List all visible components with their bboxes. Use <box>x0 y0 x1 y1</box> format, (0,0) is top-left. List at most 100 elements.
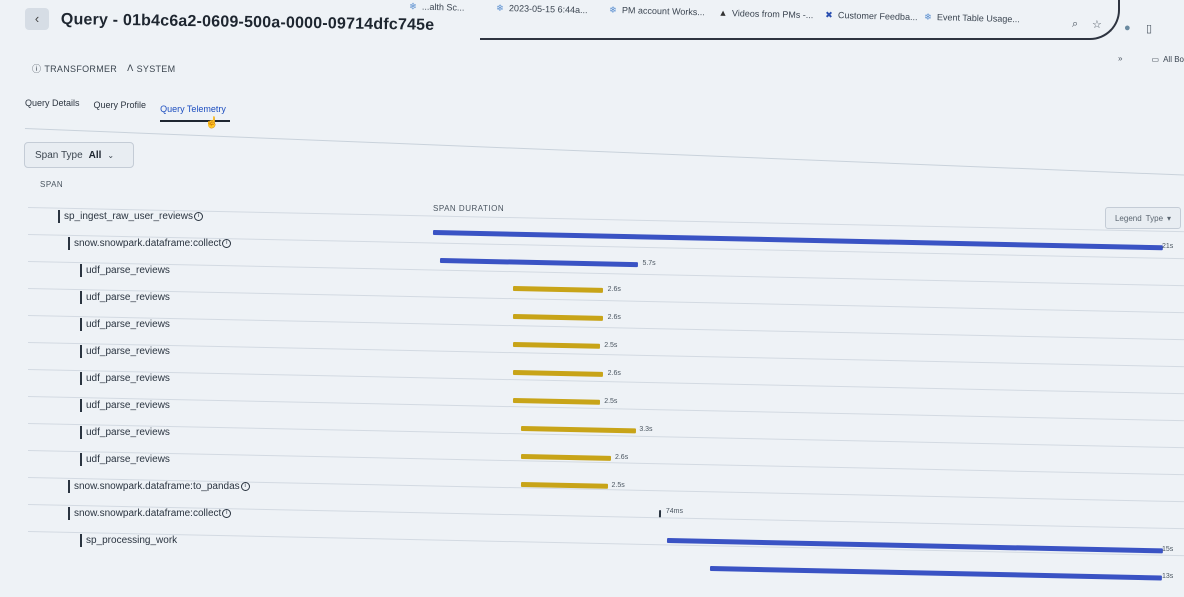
span-row[interactable]: snow.snowpark.dataframe:collect i <box>68 237 232 250</box>
row-divider <box>27 531 1184 557</box>
duration-label: 2.6s <box>614 453 629 461</box>
span-marker <box>68 237 70 250</box>
span-marker <box>80 453 82 466</box>
role-label: SYSTEM <box>136 63 176 74</box>
back-button[interactable]: ‹ <box>25 8 49 30</box>
role-list: ⓘ TRANSFORMER ꓥ SYSTEM <box>32 62 175 75</box>
duration-bar[interactable] <box>513 342 601 349</box>
span-marker <box>80 399 82 412</box>
span-marker <box>80 534 82 547</box>
legend-value: Type <box>1145 213 1164 223</box>
span-row[interactable]: sp_processing_work <box>80 534 177 547</box>
row-divider <box>27 288 1184 314</box>
duration-label: 5.7s <box>642 260 656 268</box>
span-name: udf_parse_reviews <box>86 346 170 357</box>
row-divider <box>27 369 1184 395</box>
bookmark-item[interactable]: ❄ ...alth Sc... <box>408 1 465 12</box>
duration-label: 21s <box>1162 243 1174 251</box>
row-divider <box>27 450 1184 476</box>
role-system: ꓥ SYSTEM <box>127 62 175 75</box>
span-type-filter[interactable]: Span Type All ⌄ <box>24 142 134 168</box>
info-icon[interactable]: i <box>222 239 232 248</box>
span-marker <box>80 264 82 277</box>
row-divider <box>27 315 1184 341</box>
all-bookmarks-label: All Bo <box>1163 55 1184 64</box>
span-name: udf_parse_reviews <box>86 319 170 330</box>
duration-label: 2.6s <box>607 313 621 321</box>
chevron-down-icon: ▾ <box>1167 213 1172 223</box>
span-name: udf_parse_reviews <box>86 400 170 411</box>
span-name: udf_parse_reviews <box>86 265 170 276</box>
filter-value: All <box>88 149 102 161</box>
span-marker <box>68 507 70 520</box>
tab-icon[interactable]: ▯ <box>1146 22 1152 35</box>
span-name: udf_parse_reviews <box>86 292 170 303</box>
span-row[interactable]: udf_parse_reviews <box>80 372 170 385</box>
span-name: sp_ingest_raw_user_reviews <box>64 211 193 222</box>
span-marker <box>68 480 70 493</box>
span-row[interactable]: udf_parse_reviews <box>80 318 170 331</box>
legend-label: Legend <box>1114 213 1142 223</box>
span-row[interactable]: udf_parse_reviews <box>80 264 170 277</box>
duration-column-header: SPAN DURATION <box>433 204 505 213</box>
tab-query-profile[interactable]: Query Profile <box>94 100 147 122</box>
span-marker <box>80 345 82 358</box>
user-icon: ꓥ <box>127 63 134 73</box>
bookmark-label: ...alth Sc... <box>421 1 465 13</box>
span-column-header: SPAN <box>40 180 64 189</box>
duration-label: 2.6s <box>607 285 621 293</box>
duration-bar[interactable] <box>513 370 604 377</box>
span-name: snow.snowpark.dataframe:collect <box>74 508 222 519</box>
span-name: sp_processing_work <box>86 535 178 546</box>
span-name: udf_parse_reviews <box>86 454 170 465</box>
duration-label: 3.3s <box>639 426 653 434</box>
duration-label: 2.5s <box>604 341 618 349</box>
span-row[interactable]: udf_parse_reviews <box>80 426 170 439</box>
info-icon[interactable]: i <box>222 509 232 518</box>
duration-bar[interactable] <box>513 314 604 321</box>
search-icon[interactable]: ⌕ <box>1072 18 1078 31</box>
span-name: snow.snowpark.dataframe:collect <box>74 238 222 249</box>
role-transformer: ⓘ TRANSFORMER <box>32 62 117 75</box>
span-row[interactable]: udf_parse_reviews <box>80 399 170 412</box>
span-row[interactable]: snow.snowpark.dataframe:to_pandas i <box>68 480 250 493</box>
tab-query-details[interactable]: Query Details <box>25 98 80 122</box>
span-marker <box>58 210 60 223</box>
span-marker <box>80 372 82 385</box>
role-label: TRANSFORMER <box>44 63 118 74</box>
duration-label: 15s <box>1162 546 1174 554</box>
span-name: snow.snowpark.dataframe:to_pandas <box>74 481 240 492</box>
span-marker <box>80 291 82 304</box>
more-bookmarks-icon[interactable]: » <box>1118 54 1122 63</box>
duration-bar[interactable] <box>513 286 604 293</box>
span-name: udf_parse_reviews <box>86 373 170 384</box>
duration-label: 2.5s <box>611 481 625 489</box>
duration-bar[interactable] <box>432 230 1163 251</box>
info-icon[interactable]: i <box>240 482 250 491</box>
all-bookmarks[interactable]: ▭ All Bo <box>1152 55 1184 64</box>
span-row[interactable]: udf_parse_reviews <box>80 453 170 466</box>
span-row[interactable]: udf_parse_reviews <box>80 291 170 304</box>
extension-icon[interactable]: ● <box>1124 22 1131 34</box>
duration-label: 74ms <box>665 508 683 516</box>
address-bar-outline <box>480 0 1120 40</box>
info-icon[interactable]: i <box>193 212 203 221</box>
filter-label: Span Type <box>35 149 83 161</box>
duration-bar[interactable] <box>520 426 636 434</box>
folder-icon: ▭ <box>1151 55 1160 64</box>
span-marker <box>80 318 82 331</box>
tab-divider <box>24 128 1184 176</box>
snowflake-icon: ❄ <box>409 1 417 12</box>
legend-select[interactable]: Legend Type ▾ <box>1105 207 1181 229</box>
duration-bar[interactable] <box>440 258 639 268</box>
span-row[interactable]: snow.snowpark.dataframe:collect i <box>68 507 232 520</box>
star-icon[interactable]: ☆ <box>1092 18 1102 31</box>
duration-bar[interactable] <box>710 566 1163 581</box>
span-marker <box>80 426 82 439</box>
duration-bar[interactable] <box>513 398 601 405</box>
duration-label: 2.6s <box>607 369 621 377</box>
span-row[interactable]: sp_ingest_raw_user_reviews i <box>58 210 203 223</box>
mouse-cursor-icon: ☝ <box>205 117 219 129</box>
span-name: udf_parse_reviews <box>86 427 170 438</box>
span-row[interactable]: udf_parse_reviews <box>80 345 170 358</box>
